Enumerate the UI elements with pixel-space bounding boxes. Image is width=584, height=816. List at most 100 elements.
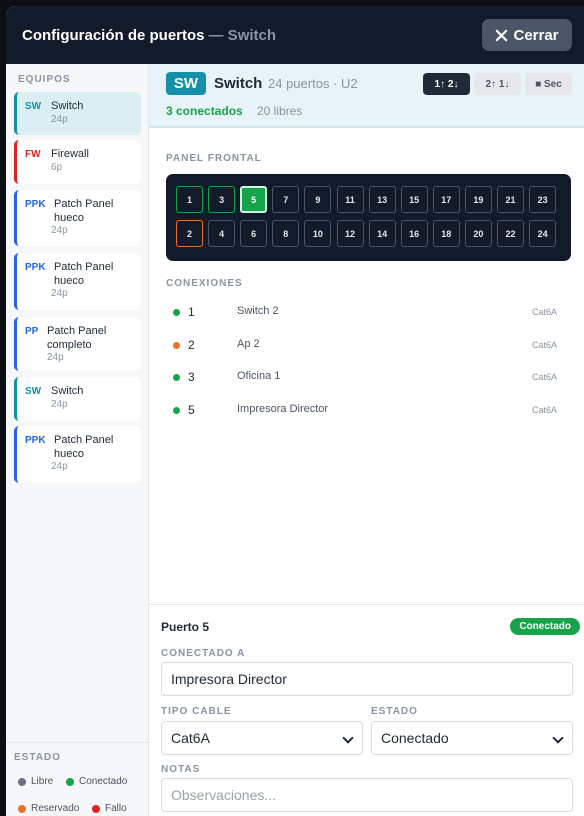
legend-connected-label: Conectado [79, 776, 128, 787]
connection-cable: Cat6A [531, 405, 557, 416]
legend-reserved-label: Reservado [31, 803, 80, 814]
notes-input[interactable]: Observaciones... [161, 778, 573, 812]
equipment-section-label: EQUIPOS [18, 74, 71, 85]
modal-title: Configuración de puertos [22, 26, 205, 44]
connection-row[interactable]: 2 Ap 2 Cat6A [166, 336, 571, 356]
connection-port: 1 [188, 305, 195, 319]
legend-dot [18, 804, 26, 813]
port-16[interactable]: 16 [400, 220, 428, 247]
legend-dot [92, 804, 100, 813]
port-13[interactable]: 13 [368, 186, 396, 213]
equipment-port-count: 24p [51, 461, 68, 472]
port-20[interactable]: 20 [464, 220, 492, 247]
legend-failure: Fallo [92, 803, 127, 814]
equipment-port-count: 24p [47, 352, 64, 363]
port-config-modal: Configuración de puertos — Switch Cerrar… [6, 6, 584, 816]
equipment-card[interactable]: SW Switch 24p [14, 377, 141, 421]
state-value: Conectado [381, 730, 449, 746]
cable-type-label: TIPO CABLE [161, 706, 232, 717]
status-badge: Conectado [510, 618, 580, 635]
status-legend: ESTADO Libre Conectado Reservado Fallo [6, 742, 148, 816]
port-2[interactable]: 2 [176, 220, 203, 247]
legend-connected: Conectado [66, 776, 127, 787]
port-23[interactable]: 23 [529, 186, 557, 213]
connection-status-dot [173, 407, 180, 415]
equipment-card[interactable]: PPK Patch Panel hueco 24p [14, 190, 141, 246]
connection-cable: Cat6A [531, 307, 557, 317]
port-15[interactable]: 15 [400, 186, 428, 213]
device-name: Switch [214, 75, 263, 92]
equipment-card[interactable]: SW Switch 24p [14, 92, 141, 135]
port-3[interactable]: 3 [208, 186, 236, 213]
equipment-name: Patch Panel completo [47, 325, 107, 351]
front-panel: 1 3 5 7 9 11 13 15 17 19 21 23 2 4 6 8 10 12 14 16 18 20 22 24 [166, 174, 571, 261]
free-count: 20 libres [257, 104, 303, 118]
port-24[interactable]: 24 [529, 220, 557, 247]
state-select[interactable]: Conectado [371, 721, 573, 755]
device-badge: SW [166, 72, 206, 95]
modal-header: Configuración de puertos — Switch Cerrar [6, 6, 584, 64]
main-panel: SW Switch 24 puertos · U2 1↑ 2↓ 2↑ 1↓ ■ … [149, 64, 584, 816]
front-panel-label: PANEL FRONTAL [166, 153, 262, 164]
port-7[interactable]: 7 [272, 186, 300, 213]
equipment-code: PP [25, 326, 39, 337]
connection-name: Ap 2 [237, 337, 260, 350]
equipment-name: Switch [51, 385, 84, 397]
connected-to-input[interactable]: Impresora Director [161, 662, 573, 696]
connection-row[interactable]: 3 Oficina 1 Cat6A [166, 368, 571, 388]
connection-port: 2 [188, 337, 195, 352]
port-4[interactable]: 4 [208, 220, 236, 247]
equipment-code: PPK [25, 262, 46, 273]
equipment-code: PPK [25, 435, 46, 446]
equipment-port-count: 24p [51, 288, 68, 299]
port-12[interactable]: 12 [336, 220, 364, 247]
equipment-card[interactable]: FW Firewall 6p [14, 140, 141, 184]
equipment-port-count: 6p [51, 162, 63, 173]
equipment-card[interactable]: PP Patch Panel completo 24p [14, 317, 141, 371]
connected-to-label: CONECTADO A [161, 648, 246, 659]
equipment-name: Patch Panel hueco [54, 261, 114, 287]
equipment-name: Firewall [51, 148, 89, 160]
device-meta: 24 puertos · U2 [268, 76, 358, 91]
connection-row[interactable]: 1 Switch 2 Cat6A [166, 303, 571, 323]
port-9[interactable]: 9 [304, 186, 332, 213]
equipment-port-count: 24p [51, 399, 68, 410]
cable-type-select[interactable]: Cat6A [161, 721, 363, 755]
equipment-card[interactable]: PPK Patch Panel hueco 24p [14, 426, 141, 483]
equipment-card[interactable]: PPK Patch Panel hueco 24p [14, 253, 141, 310]
port-1[interactable]: 1 [176, 186, 203, 213]
equipment-port-count: 24p [51, 225, 68, 236]
connection-row[interactable]: 5 Impresora Director Cat6A [166, 401, 571, 421]
port-14[interactable]: 14 [368, 220, 396, 247]
connection-name: Impresora Director [237, 403, 329, 416]
equipment-code: SW [25, 386, 42, 397]
legend-label: ESTADO [14, 752, 61, 763]
close-label: Cerrar [513, 26, 559, 44]
view-button-2up[interactable]: 2↑ 1↓ [474, 73, 521, 95]
equipment-sidebar: EQUIPOS SW Switch 24p FW Firewall 6p PPK Patch … [6, 64, 149, 816]
connection-status-dot [173, 374, 180, 382]
port-21[interactable]: 21 [497, 186, 524, 213]
legend-failure-label: Fallo [105, 803, 127, 814]
close-button[interactable]: Cerrar [482, 19, 572, 51]
port-6[interactable]: 6 [240, 220, 268, 247]
port-5[interactable]: 5 [240, 186, 268, 213]
connection-cable: Cat6A [531, 339, 557, 350]
connections-label: CONEXIONES [166, 278, 243, 289]
port-22[interactable]: 22 [497, 220, 524, 247]
port-detail-title: Puerto 5 [161, 620, 210, 634]
port-19[interactable]: 19 [464, 186, 492, 213]
port-10[interactable]: 10 [304, 220, 332, 247]
view-button-1up[interactable]: 1↑ 2↓ [423, 73, 470, 95]
modal-subtitle: — Switch [208, 26, 277, 44]
equipment-port-count: 24p [51, 114, 68, 125]
equipment-code: SW [25, 101, 42, 112]
port-8[interactable]: 8 [272, 220, 300, 247]
port-18[interactable]: 18 [432, 220, 460, 247]
port-11[interactable]: 11 [336, 186, 364, 213]
connection-name: Switch 2 [237, 305, 279, 317]
legend-dot [18, 777, 26, 786]
view-button-sec[interactable]: ■ Sec [525, 73, 572, 95]
legend-dot [66, 777, 74, 786]
port-17[interactable]: 17 [432, 186, 460, 213]
